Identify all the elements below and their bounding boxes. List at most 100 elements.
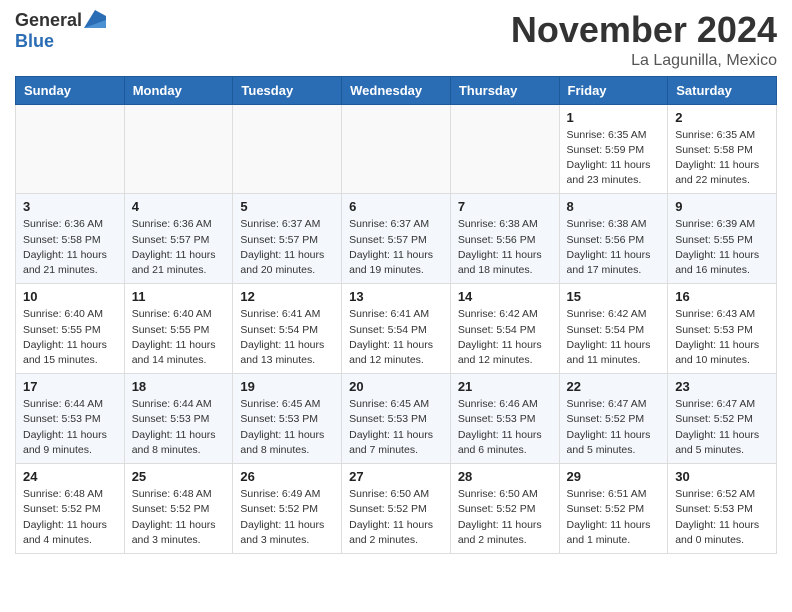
logo: General Blue: [15, 10, 106, 52]
day-info: Sunrise: 6:45 AM Sunset: 5:53 PM Dayligh…: [349, 397, 443, 458]
day-info: Sunrise: 6:42 AM Sunset: 5:54 PM Dayligh…: [567, 307, 661, 368]
weekday-header-row: SundayMondayTuesdayWednesdayThursdayFrid…: [16, 76, 777, 104]
weekday-header-wednesday: Wednesday: [342, 76, 451, 104]
day-info: Sunrise: 6:38 AM Sunset: 5:56 PM Dayligh…: [458, 217, 552, 278]
calendar-cell: 29 Sunrise: 6:51 AM Sunset: 5:52 PM Dayli…: [559, 464, 668, 554]
weekday-header-monday: Monday: [124, 76, 233, 104]
calendar-cell: 2 Sunrise: 6:35 AM Sunset: 5:58 PM Daylig…: [668, 104, 777, 194]
day-number: 15: [567, 289, 661, 304]
day-info: Sunrise: 6:35 AM Sunset: 5:58 PM Dayligh…: [675, 128, 769, 189]
day-info: Sunrise: 6:47 AM Sunset: 5:52 PM Dayligh…: [675, 397, 769, 458]
day-info: Sunrise: 6:44 AM Sunset: 5:53 PM Dayligh…: [23, 397, 117, 458]
day-info: Sunrise: 6:44 AM Sunset: 5:53 PM Dayligh…: [132, 397, 226, 458]
day-number: 22: [567, 379, 661, 394]
day-number: 10: [23, 289, 117, 304]
logo-general-text: General: [15, 10, 82, 31]
day-info: Sunrise: 6:40 AM Sunset: 5:55 PM Dayligh…: [132, 307, 226, 368]
day-number: 20: [349, 379, 443, 394]
calendar-cell: 22Sunrise: 6:47 AM Sunset: 5:52 PM Dayli…: [559, 374, 668, 464]
title-area: November 2024 La Lagunilla, Mexico: [511, 10, 777, 70]
day-info: Sunrise: 6:36 AM Sunset: 5:57 PM Dayligh…: [132, 217, 226, 278]
calendar-cell: 27 Sunrise: 6:50 AM Sunset: 5:52 PM Dayli…: [342, 464, 451, 554]
day-number: 4: [132, 199, 226, 214]
weekday-header-friday: Friday: [559, 76, 668, 104]
day-info: Sunrise: 6:50 AM Sunset: 5:52 PM Dayligh…: [458, 487, 552, 548]
weekday-header-sunday: Sunday: [16, 76, 125, 104]
day-number: 9: [675, 199, 769, 214]
calendar-cell: 20 Sunrise: 6:45 AM Sunset: 5:53 PM Dayli…: [342, 374, 451, 464]
weekday-header-thursday: Thursday: [450, 76, 559, 104]
day-info: Sunrise: 6:50 AM Sunset: 5:52 PM Dayligh…: [349, 487, 443, 548]
day-info: Sunrise: 6:49 AM Sunset: 5:52 PM Dayligh…: [240, 487, 334, 548]
day-info: Sunrise: 6:45 AM Sunset: 5:53 PM Dayligh…: [240, 397, 334, 458]
weekday-header-tuesday: Tuesday: [233, 76, 342, 104]
day-info: Sunrise: 6:48 AM Sunset: 5:52 PM Dayligh…: [132, 487, 226, 548]
day-info: Sunrise: 6:38 AM Sunset: 5:56 PM Dayligh…: [567, 217, 661, 278]
calendar-cell: 15 Sunrise: 6:42 AM Sunset: 5:54 PM Dayli…: [559, 284, 668, 374]
calendar-cell: 19Sunrise: 6:45 AM Sunset: 5:53 PM Dayli…: [233, 374, 342, 464]
calendar-cell: [16, 104, 125, 194]
day-number: 7: [458, 199, 552, 214]
day-number: 2: [675, 110, 769, 125]
day-info: Sunrise: 6:46 AM Sunset: 5:53 PM Dayligh…: [458, 397, 552, 458]
day-number: 8: [567, 199, 661, 214]
day-number: 1: [567, 110, 661, 125]
day-info: Sunrise: 6:37 AM Sunset: 5:57 PM Dayligh…: [349, 217, 443, 278]
calendar-cell: 3 Sunrise: 6:36 AM Sunset: 5:58 PM Daylig…: [16, 194, 125, 284]
calendar-cell: 14Sunrise: 6:42 AM Sunset: 5:54 PM Dayli…: [450, 284, 559, 374]
calendar-week-row: 1 Sunrise: 6:35 AM Sunset: 5:59 PM Daylig…: [16, 104, 777, 194]
month-title: November 2024: [511, 10, 777, 50]
calendar-page: General Blue November 2024 La Lagunilla,…: [0, 0, 792, 569]
calendar-cell: 12Sunrise: 6:41 AM Sunset: 5:54 PM Dayli…: [233, 284, 342, 374]
day-number: 23: [675, 379, 769, 394]
calendar-table: SundayMondayTuesdayWednesdayThursdayFrid…: [15, 76, 777, 554]
calendar-cell: 10Sunrise: 6:40 AM Sunset: 5:55 PM Dayli…: [16, 284, 125, 374]
day-info: Sunrise: 6:39 AM Sunset: 5:55 PM Dayligh…: [675, 217, 769, 278]
day-number: 21: [458, 379, 552, 394]
day-number: 26: [240, 469, 334, 484]
header: General Blue November 2024 La Lagunilla,…: [15, 10, 777, 70]
day-info: Sunrise: 6:35 AM Sunset: 5:59 PM Dayligh…: [567, 128, 661, 189]
day-info: Sunrise: 6:51 AM Sunset: 5:52 PM Dayligh…: [567, 487, 661, 548]
day-number: 27: [349, 469, 443, 484]
logo-icon: [84, 10, 106, 28]
location: La Lagunilla, Mexico: [511, 52, 777, 70]
day-number: 17: [23, 379, 117, 394]
weekday-header-saturday: Saturday: [668, 76, 777, 104]
calendar-cell: [342, 104, 451, 194]
day-info: Sunrise: 6:48 AM Sunset: 5:52 PM Dayligh…: [23, 487, 117, 548]
calendar-cell: [233, 104, 342, 194]
calendar-cell: 1 Sunrise: 6:35 AM Sunset: 5:59 PM Daylig…: [559, 104, 668, 194]
calendar-cell: 26 Sunrise: 6:49 AM Sunset: 5:52 PM Dayli…: [233, 464, 342, 554]
day-number: 30: [675, 469, 769, 484]
calendar-week-row: 3 Sunrise: 6:36 AM Sunset: 5:58 PM Daylig…: [16, 194, 777, 284]
calendar-cell: 5 Sunrise: 6:37 AM Sunset: 5:57 PM Daylig…: [233, 194, 342, 284]
calendar-cell: 13Sunrise: 6:41 AM Sunset: 5:54 PM Dayli…: [342, 284, 451, 374]
day-number: 14: [458, 289, 552, 304]
calendar-cell: 28 Sunrise: 6:50 AM Sunset: 5:52 PM Dayli…: [450, 464, 559, 554]
calendar-cell: 25Sunrise: 6:48 AM Sunset: 5:52 PM Dayli…: [124, 464, 233, 554]
day-info: Sunrise: 6:43 AM Sunset: 5:53 PM Dayligh…: [675, 307, 769, 368]
calendar-cell: 16Sunrise: 6:43 AM Sunset: 5:53 PM Dayli…: [668, 284, 777, 374]
day-number: 11: [132, 289, 226, 304]
day-info: Sunrise: 6:41 AM Sunset: 5:54 PM Dayligh…: [240, 307, 334, 368]
calendar-cell: 21 Sunrise: 6:46 AM Sunset: 5:53 PM Dayli…: [450, 374, 559, 464]
day-number: 29: [567, 469, 661, 484]
day-number: 6: [349, 199, 443, 214]
day-info: Sunrise: 6:52 AM Sunset: 5:53 PM Dayligh…: [675, 487, 769, 548]
calendar-cell: 18 Sunrise: 6:44 AM Sunset: 5:53 PM Dayli…: [124, 374, 233, 464]
calendar-cell: 6 Sunrise: 6:37 AM Sunset: 5:57 PM Daylig…: [342, 194, 451, 284]
day-info: Sunrise: 6:36 AM Sunset: 5:58 PM Dayligh…: [23, 217, 117, 278]
day-number: 5: [240, 199, 334, 214]
day-number: 3: [23, 199, 117, 214]
calendar-cell: 24 Sunrise: 6:48 AM Sunset: 5:52 PM Dayli…: [16, 464, 125, 554]
day-number: 18: [132, 379, 226, 394]
day-number: 24: [23, 469, 117, 484]
day-number: 28: [458, 469, 552, 484]
calendar-cell: 17 Sunrise: 6:44 AM Sunset: 5:53 PM Dayli…: [16, 374, 125, 464]
calendar-cell: 9 Sunrise: 6:39 AM Sunset: 5:55 PM Daylig…: [668, 194, 777, 284]
calendar-cell: [450, 104, 559, 194]
day-info: Sunrise: 6:37 AM Sunset: 5:57 PM Dayligh…: [240, 217, 334, 278]
calendar-cell: 4 Sunrise: 6:36 AM Sunset: 5:57 PM Daylig…: [124, 194, 233, 284]
calendar-cell: 7 Sunrise: 6:38 AM Sunset: 5:56 PM Daylig…: [450, 194, 559, 284]
